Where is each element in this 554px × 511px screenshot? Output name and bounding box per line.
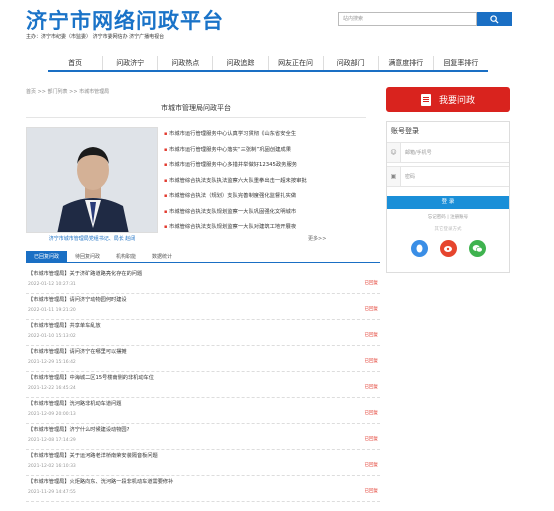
main-nav: 首页 问政济宁 问政热点 问政追踪 网友正在问 问政部门 满意度排行 回复率排行 (48, 56, 488, 72)
qq-icon[interactable] (410, 240, 428, 257)
list-item[interactable]: 【市城市管理局】洸河路非机动车道问题 2021-12-09 20:00:13 已… (26, 398, 380, 424)
letter-title[interactable]: 【市城市管理局】关于济矿路道路亮化存在的问题 (28, 270, 142, 277)
letter-title[interactable]: 【市城市管理局】请问济宁动物园何时建设 (28, 296, 127, 303)
login-title: 账号登录 (391, 127, 419, 135)
tab-pending[interactable]: 待回复问政 (67, 251, 108, 262)
nav-item-asking[interactable]: 网友正在问 (269, 56, 324, 70)
news-item[interactable]: 市城管综合执法（规划）支队完善制度强化监督扎实做 (164, 192, 330, 208)
header: 济宁市网络问政平台 主办：济宁市纪委（市监委） 济宁市委网信办 济宁广播电视台 … (0, 0, 554, 50)
list-item[interactable]: 【市城市管理局】济宁什么时候建设动物园? 2021-12-08 17:14:29… (26, 424, 380, 450)
nav-item-reply-rank[interactable]: 回复率排行 (434, 56, 488, 70)
email-field[interactable]: ☺ 邮箱/手机号 (387, 142, 509, 163)
photo-caption[interactable]: 济宁市城市管理局党组书记、局长 赵阔 (26, 235, 158, 242)
nav-item-wenzheng-jining[interactable]: 问政济宁 (103, 56, 159, 70)
letter-list: 【市城市管理局】关于济矿路道路亮化存在的问题 2022-01-12 10:27:… (26, 268, 380, 502)
letter-date: 2022-01-10 15:13:02 (28, 334, 76, 339)
news-item[interactable]: 市城市运行管理服务中心落实“三张制”巩固创建成果 (164, 146, 330, 162)
list-item[interactable]: 【市城市管理局】火炬路向东、洸河路一段非机动车道需要修补 2021-11-29 … (26, 476, 380, 502)
list-item[interactable]: 【市城市管理局】关于运河路老洋桥南荣安装隔音板问题 2021-12-02 16:… (26, 450, 380, 476)
news-item[interactable]: 市城管综合执法支队规划监察一大队对建筑工地开展夜 (164, 223, 330, 239)
tab-replied[interactable]: 已回复问政 (26, 251, 68, 262)
letter-title[interactable]: 【市城市管理局】洸河路非机动车道问题 (28, 400, 121, 407)
status-badge: 已回复 (364, 411, 379, 416)
lock-icon: ▣ (387, 167, 401, 186)
list-item[interactable]: 【市城市管理局】请问济宁动物园何时建设 2022-01-11 19:21:20 … (26, 294, 380, 320)
news-item[interactable]: 市城管综合执法支队执法监察六大队重拳出击一超未按审批 (164, 177, 330, 193)
letter-date: 2021-11-29 14:47:55 (28, 490, 76, 495)
news-list: 市城市运行管理服务中心认真学习贯彻《山东省安全生 市城市运行管理服务中心落实“三… (164, 130, 330, 239)
letter-title[interactable]: 【市城市管理局】中海城二区15号楼南侧的非机动车位 (28, 374, 154, 381)
letter-title[interactable]: 【市城市管理局】济宁什么时候建设动物园? (28, 426, 129, 433)
news-item[interactable]: 市城管综合执法支队规划监察一大队巩固强化文明城市 (164, 208, 330, 224)
social-login (387, 240, 509, 257)
status-badge: 已回复 (364, 437, 379, 442)
password-placeholder: 密码 (405, 174, 416, 180)
status-badge: 已回复 (364, 359, 379, 364)
status-badge: 已回复 (364, 463, 379, 468)
status-badge: 已回复 (364, 333, 379, 338)
news-item[interactable]: 市城市运行管理服务中心认真学习贯彻《山东省安全生 (164, 130, 330, 146)
status-badge: 已回复 (364, 489, 379, 494)
letter-date: 2021-12-08 17:14:29 (28, 438, 76, 443)
letter-date: 2021-12-29 15:16:42 (28, 360, 76, 365)
search-input[interactable]: 站内搜索 (338, 12, 477, 26)
status-badge: 已回复 (364, 281, 379, 286)
letter-date: 2022-01-12 10:27:31 (28, 282, 76, 287)
email-placeholder: 邮箱/手机号 (405, 150, 432, 156)
search-icon (490, 14, 499, 24)
site-logo[interactable]: 济宁市网络问政平台 (26, 5, 224, 35)
search-button[interactable] (477, 12, 512, 26)
user-icon: ☺ (387, 143, 401, 162)
nav-item-hot[interactable]: 问政热点 (158, 56, 214, 70)
list-item[interactable]: 【市城市管理局】共享单车乱放 2022-01-10 15:13:02 已回复 (26, 320, 380, 346)
nav-item-home[interactable]: 首页 (48, 56, 104, 70)
login-panel: 账号登录 ☺ 邮箱/手机号 ▣ 密码 登 录 忘记密码 | 注册账号 其它登录方… (386, 121, 510, 273)
nav-item-departments[interactable]: 问政部门 (324, 56, 379, 70)
list-item[interactable]: 【市城市管理局】中海城二区15号楼南侧的非机动车位 2021-12-22 16:… (26, 372, 380, 398)
tab-statistics[interactable]: 数据统计 (144, 251, 180, 262)
wechat-icon[interactable] (468, 240, 486, 257)
letter-date: 2022-01-11 19:21:20 (28, 308, 76, 313)
list-item[interactable]: 【市城市管理局】关于济矿路道路亮化存在的问题 2022-01-12 10:27:… (26, 268, 380, 294)
breadcrumb[interactable]: 首页 >> 部门列表 >> 市城市管理局 (26, 88, 109, 95)
letter-date: 2021-12-02 16:10:33 (28, 464, 76, 469)
letter-date: 2021-12-09 20:00:13 (28, 412, 76, 417)
list-item[interactable]: 【市城市管理局】请问济宁在哪里可以摆摊 2021-12-29 15:16:42 … (26, 346, 380, 372)
tab-bar: 已回复问政 待回复问政 机构职能 数据统计 (26, 251, 380, 263)
login-button[interactable]: 登 录 (387, 196, 509, 209)
nav-item-satisfaction-rank[interactable]: 满意度排行 (379, 56, 434, 70)
ask-question-button[interactable]: 我要问政 (386, 87, 510, 112)
status-badge: 已回复 (364, 307, 379, 312)
password-field[interactable]: ▣ 密码 (387, 166, 509, 187)
ask-question-label: 我要问政 (438, 96, 475, 106)
login-links[interactable]: 忘记密码 | 注册账号 (387, 214, 509, 220)
letter-title[interactable]: 【市城市管理局】请问济宁在哪里可以摆摊 (28, 348, 127, 355)
news-item[interactable]: 市城市运行管理服务中心多措并举做好12345政务服务 (164, 161, 330, 177)
official-photo (26, 127, 158, 233)
portrait-image (27, 128, 157, 232)
letter-date: 2021-12-22 16:45:24 (28, 386, 76, 391)
document-icon (420, 93, 431, 106)
nav-item-tracking[interactable]: 问政追踪 (213, 56, 269, 70)
letter-title[interactable]: 【市城市管理局】共享单车乱放 (28, 322, 101, 329)
sponsor-text: 主办：济宁市纪委（市监委） 济宁市委网信办 济宁广播电视台 (26, 34, 165, 40)
letter-title[interactable]: 【市城市管理局】火炬路向东、洸河路一段非机动车道需要修补 (28, 478, 173, 485)
letter-title[interactable]: 【市城市管理局】关于运河路老洋桥南荣安装隔音板问题 (28, 452, 158, 459)
section-title: 市城市管理局问政平台 (26, 103, 366, 118)
more-link[interactable]: 更多>> (308, 235, 326, 242)
weibo-icon[interactable] (439, 240, 457, 257)
tab-functions[interactable]: 机构职能 (108, 251, 144, 262)
status-badge: 已回复 (364, 385, 379, 390)
other-login-label: 其它登录方式 (434, 227, 462, 232)
